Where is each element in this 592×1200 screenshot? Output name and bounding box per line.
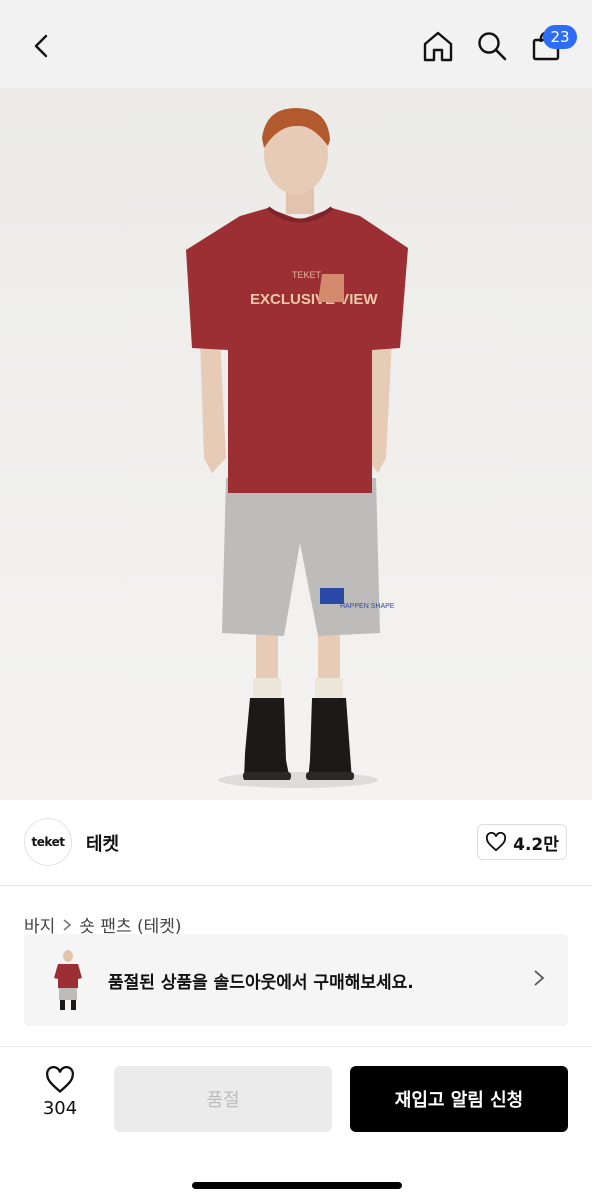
product-thumbnail: [46, 948, 90, 1012]
bottom-like-button[interactable]: 304: [24, 1066, 96, 1128]
soldout-button: 품절: [114, 1066, 332, 1132]
bottom-like-count: 304: [42, 1098, 78, 1119]
model-photo: EXCLUSIVE VIEW TEKET HAPPEN SHAPE: [0, 88, 592, 800]
shorts-print-text: HAPPEN SHAPE: [340, 603, 395, 610]
chevron-right-icon: [63, 918, 72, 931]
brand-name[interactable]: 테켓: [86, 830, 119, 856]
home-button[interactable]: [416, 24, 460, 68]
shirt-print-text: EXCLUSIVE VIEW: [250, 291, 378, 308]
divider: [0, 1046, 592, 1047]
home-icon: [423, 31, 453, 62]
soldout-banner-text: 품절된 상품을 솔드아웃에서 구매해보세요.: [108, 973, 414, 993]
back-button[interactable]: [20, 24, 64, 68]
brand-logo-text: teket: [31, 835, 65, 849]
restock-alert-button[interactable]: 재입고 알림 신청: [350, 1066, 568, 1132]
heart-icon: [486, 832, 507, 852]
brand-like-count: 4.2만: [513, 834, 559, 855]
brand-logo[interactable]: teket: [24, 818, 72, 866]
cart-count-badge: 23: [543, 25, 577, 49]
chevron-right-icon: [534, 970, 545, 986]
chevron-left-icon: [34, 34, 48, 58]
search-icon: [478, 32, 507, 61]
top-nav-bar: 23: [0, 0, 592, 88]
brand-row: teket 테켓 4.2만: [0, 800, 592, 886]
home-indicator: [192, 1182, 402, 1189]
brand-like-button[interactable]: 4.2만: [477, 824, 567, 860]
search-button[interactable]: [470, 24, 514, 68]
product-image[interactable]: EXCLUSIVE VIEW TEKET HAPPEN SHAPE: [0, 88, 592, 800]
heart-icon: [46, 1066, 74, 1093]
soldout-banner[interactable]: 품절된 상품을 솔드아웃에서 구매해보세요.: [24, 934, 568, 1026]
shirt-print-brand: TEKET: [292, 270, 322, 280]
